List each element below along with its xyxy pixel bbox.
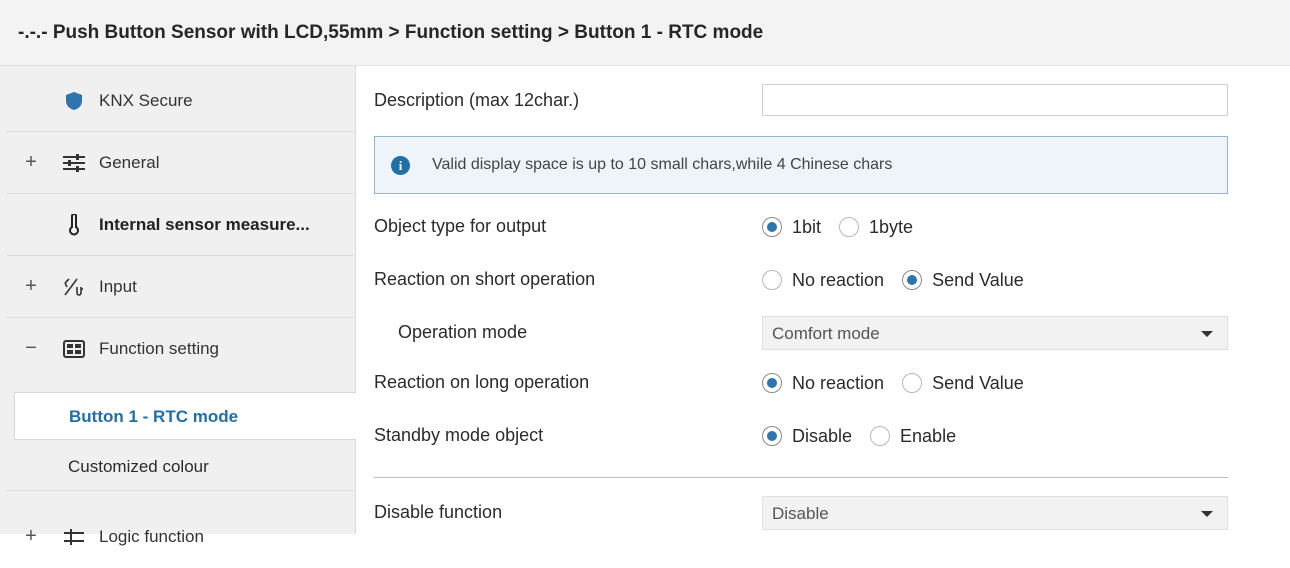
radio-1byte[interactable]: 1byte bbox=[839, 217, 913, 238]
radio-label: Send Value bbox=[932, 372, 1024, 393]
radio-1bit[interactable]: 1bit bbox=[762, 217, 821, 238]
standby-mode-label: Standby mode object bbox=[374, 425, 544, 445]
object-type-label: Object type for output bbox=[374, 216, 547, 236]
sidebar-item-label: Logic function bbox=[99, 527, 204, 546]
sidebar-item-label: Input bbox=[99, 277, 137, 296]
standby-mode-radio-group: Disable Enable bbox=[762, 422, 974, 450]
disable-function-select[interactable]: Disable bbox=[762, 496, 1228, 530]
description-label: Description (max 12char.) bbox=[374, 90, 580, 110]
radio-disable[interactable]: Disable bbox=[762, 426, 852, 447]
sidebar-item-label: KNX Secure bbox=[99, 91, 193, 110]
sidebar-item-internal-sensor[interactable]: Internal sensor measure... bbox=[7, 194, 353, 256]
expand-icon[interactable]: + bbox=[23, 276, 39, 296]
expand-icon[interactable]: + bbox=[23, 152, 39, 172]
radio-dot[interactable] bbox=[902, 373, 923, 393]
sidebar-item-label: General bbox=[99, 153, 160, 172]
select-value: Disable bbox=[772, 504, 829, 523]
radio-dot[interactable] bbox=[762, 373, 782, 393]
radio-enable[interactable]: Enable bbox=[870, 426, 956, 447]
sidebar-item-input[interactable]: + Input bbox=[7, 256, 353, 318]
info-text: Valid display space is up to 10 small ch… bbox=[432, 156, 893, 173]
sidebar-item-label: Internal sensor measure... bbox=[99, 215, 310, 234]
radio-dot[interactable] bbox=[839, 217, 860, 237]
radio-label: 1bit bbox=[792, 216, 822, 237]
long-operation-radio-group: No reaction Send Value bbox=[762, 369, 1042, 397]
sidebar-subitem-button-1[interactable]: Button 1 - RTC mode bbox=[14, 392, 356, 440]
collapse-icon[interactable]: − bbox=[23, 338, 39, 358]
disable-function-label: Disable function bbox=[374, 502, 503, 522]
divider bbox=[374, 477, 1228, 478]
radio-dot[interactable] bbox=[762, 426, 782, 446]
thermometer-icon bbox=[62, 214, 86, 236]
title-bar: -.-.- Push Button Sensor with LCD,55mm >… bbox=[0, 0, 1290, 66]
info-icon: i bbox=[391, 156, 410, 175]
radio-dot[interactable] bbox=[902, 270, 923, 290]
radio-label: Send Value bbox=[932, 269, 1024, 290]
expander bbox=[23, 214, 39, 234]
parameter-panel: Description (max 12char.) i Valid displa… bbox=[356, 66, 1290, 534]
sidebar-item-function-setting[interactable]: − Function setting bbox=[7, 318, 353, 380]
long-operation-label: Reaction on long operation bbox=[374, 372, 590, 392]
sidebar-item-knx-secure[interactable]: KNX Secure bbox=[7, 70, 353, 132]
chevron-down-icon bbox=[1201, 331, 1213, 337]
breadcrumb-title: -.-.- Push Button Sensor with LCD,55mm >… bbox=[18, 22, 764, 43]
sidebar: KNX Secure + General Internal sensor mea… bbox=[0, 66, 356, 546]
radio-no-reaction[interactable]: No reaction bbox=[762, 270, 884, 291]
sidebar-item-logic-function[interactable]: + Logic function bbox=[7, 506, 353, 568]
object-type-radio-group: 1bit 1byte bbox=[762, 213, 931, 241]
description-input[interactable] bbox=[762, 84, 1228, 116]
short-operation-radio-group: No reaction Send Value bbox=[762, 266, 1042, 294]
radio-no-reaction[interactable]: No reaction bbox=[762, 373, 884, 394]
shield-icon bbox=[62, 90, 86, 112]
radio-label: No reaction bbox=[792, 269, 885, 290]
radio-dot[interactable] bbox=[870, 426, 891, 446]
operation-mode-label: Operation mode bbox=[398, 322, 528, 342]
operation-mode-select[interactable]: Comfort mode bbox=[762, 316, 1228, 350]
expander bbox=[23, 90, 39, 110]
radio-label: 1byte bbox=[869, 216, 914, 237]
sidebar-item-general[interactable]: + General bbox=[7, 132, 353, 194]
sidebar-subitem-customized-colour[interactable]: Customized colour bbox=[7, 443, 353, 491]
info-box: i Valid display space is up to 10 small … bbox=[374, 136, 1228, 194]
sidebar-subitem-label: Button 1 - RTC mode bbox=[69, 407, 239, 426]
input-icon bbox=[62, 276, 86, 298]
grid-icon bbox=[62, 338, 86, 360]
sidebar-subitem-label: Customized colour bbox=[68, 457, 209, 476]
chevron-down-icon bbox=[1201, 511, 1213, 517]
radio-dot[interactable] bbox=[762, 217, 782, 237]
radio-send-value[interactable]: Send Value bbox=[902, 270, 1024, 291]
sidebar-item-label: Function setting bbox=[99, 339, 220, 358]
logic-icon bbox=[62, 526, 86, 548]
radio-label: No reaction bbox=[792, 372, 885, 393]
select-value: Comfort mode bbox=[772, 324, 880, 343]
radio-dot[interactable] bbox=[762, 270, 782, 290]
radio-send-value[interactable]: Send Value bbox=[902, 373, 1024, 394]
radio-label: Disable bbox=[792, 425, 853, 446]
short-operation-label: Reaction on short operation bbox=[374, 269, 596, 289]
radio-label: Enable bbox=[900, 425, 957, 446]
expand-icon[interactable]: + bbox=[23, 526, 39, 546]
sliders-icon bbox=[62, 152, 86, 174]
